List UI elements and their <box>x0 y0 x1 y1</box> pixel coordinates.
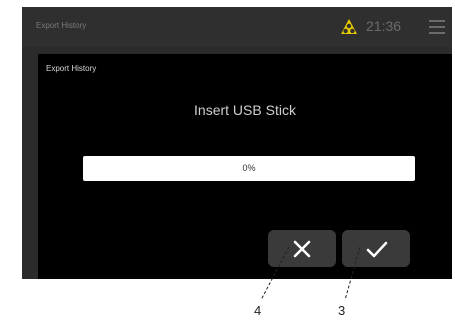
callout-cancel: 4 <box>254 303 262 318</box>
callout-leader-lines <box>260 246 361 301</box>
callout-confirm: 3 <box>338 303 346 318</box>
